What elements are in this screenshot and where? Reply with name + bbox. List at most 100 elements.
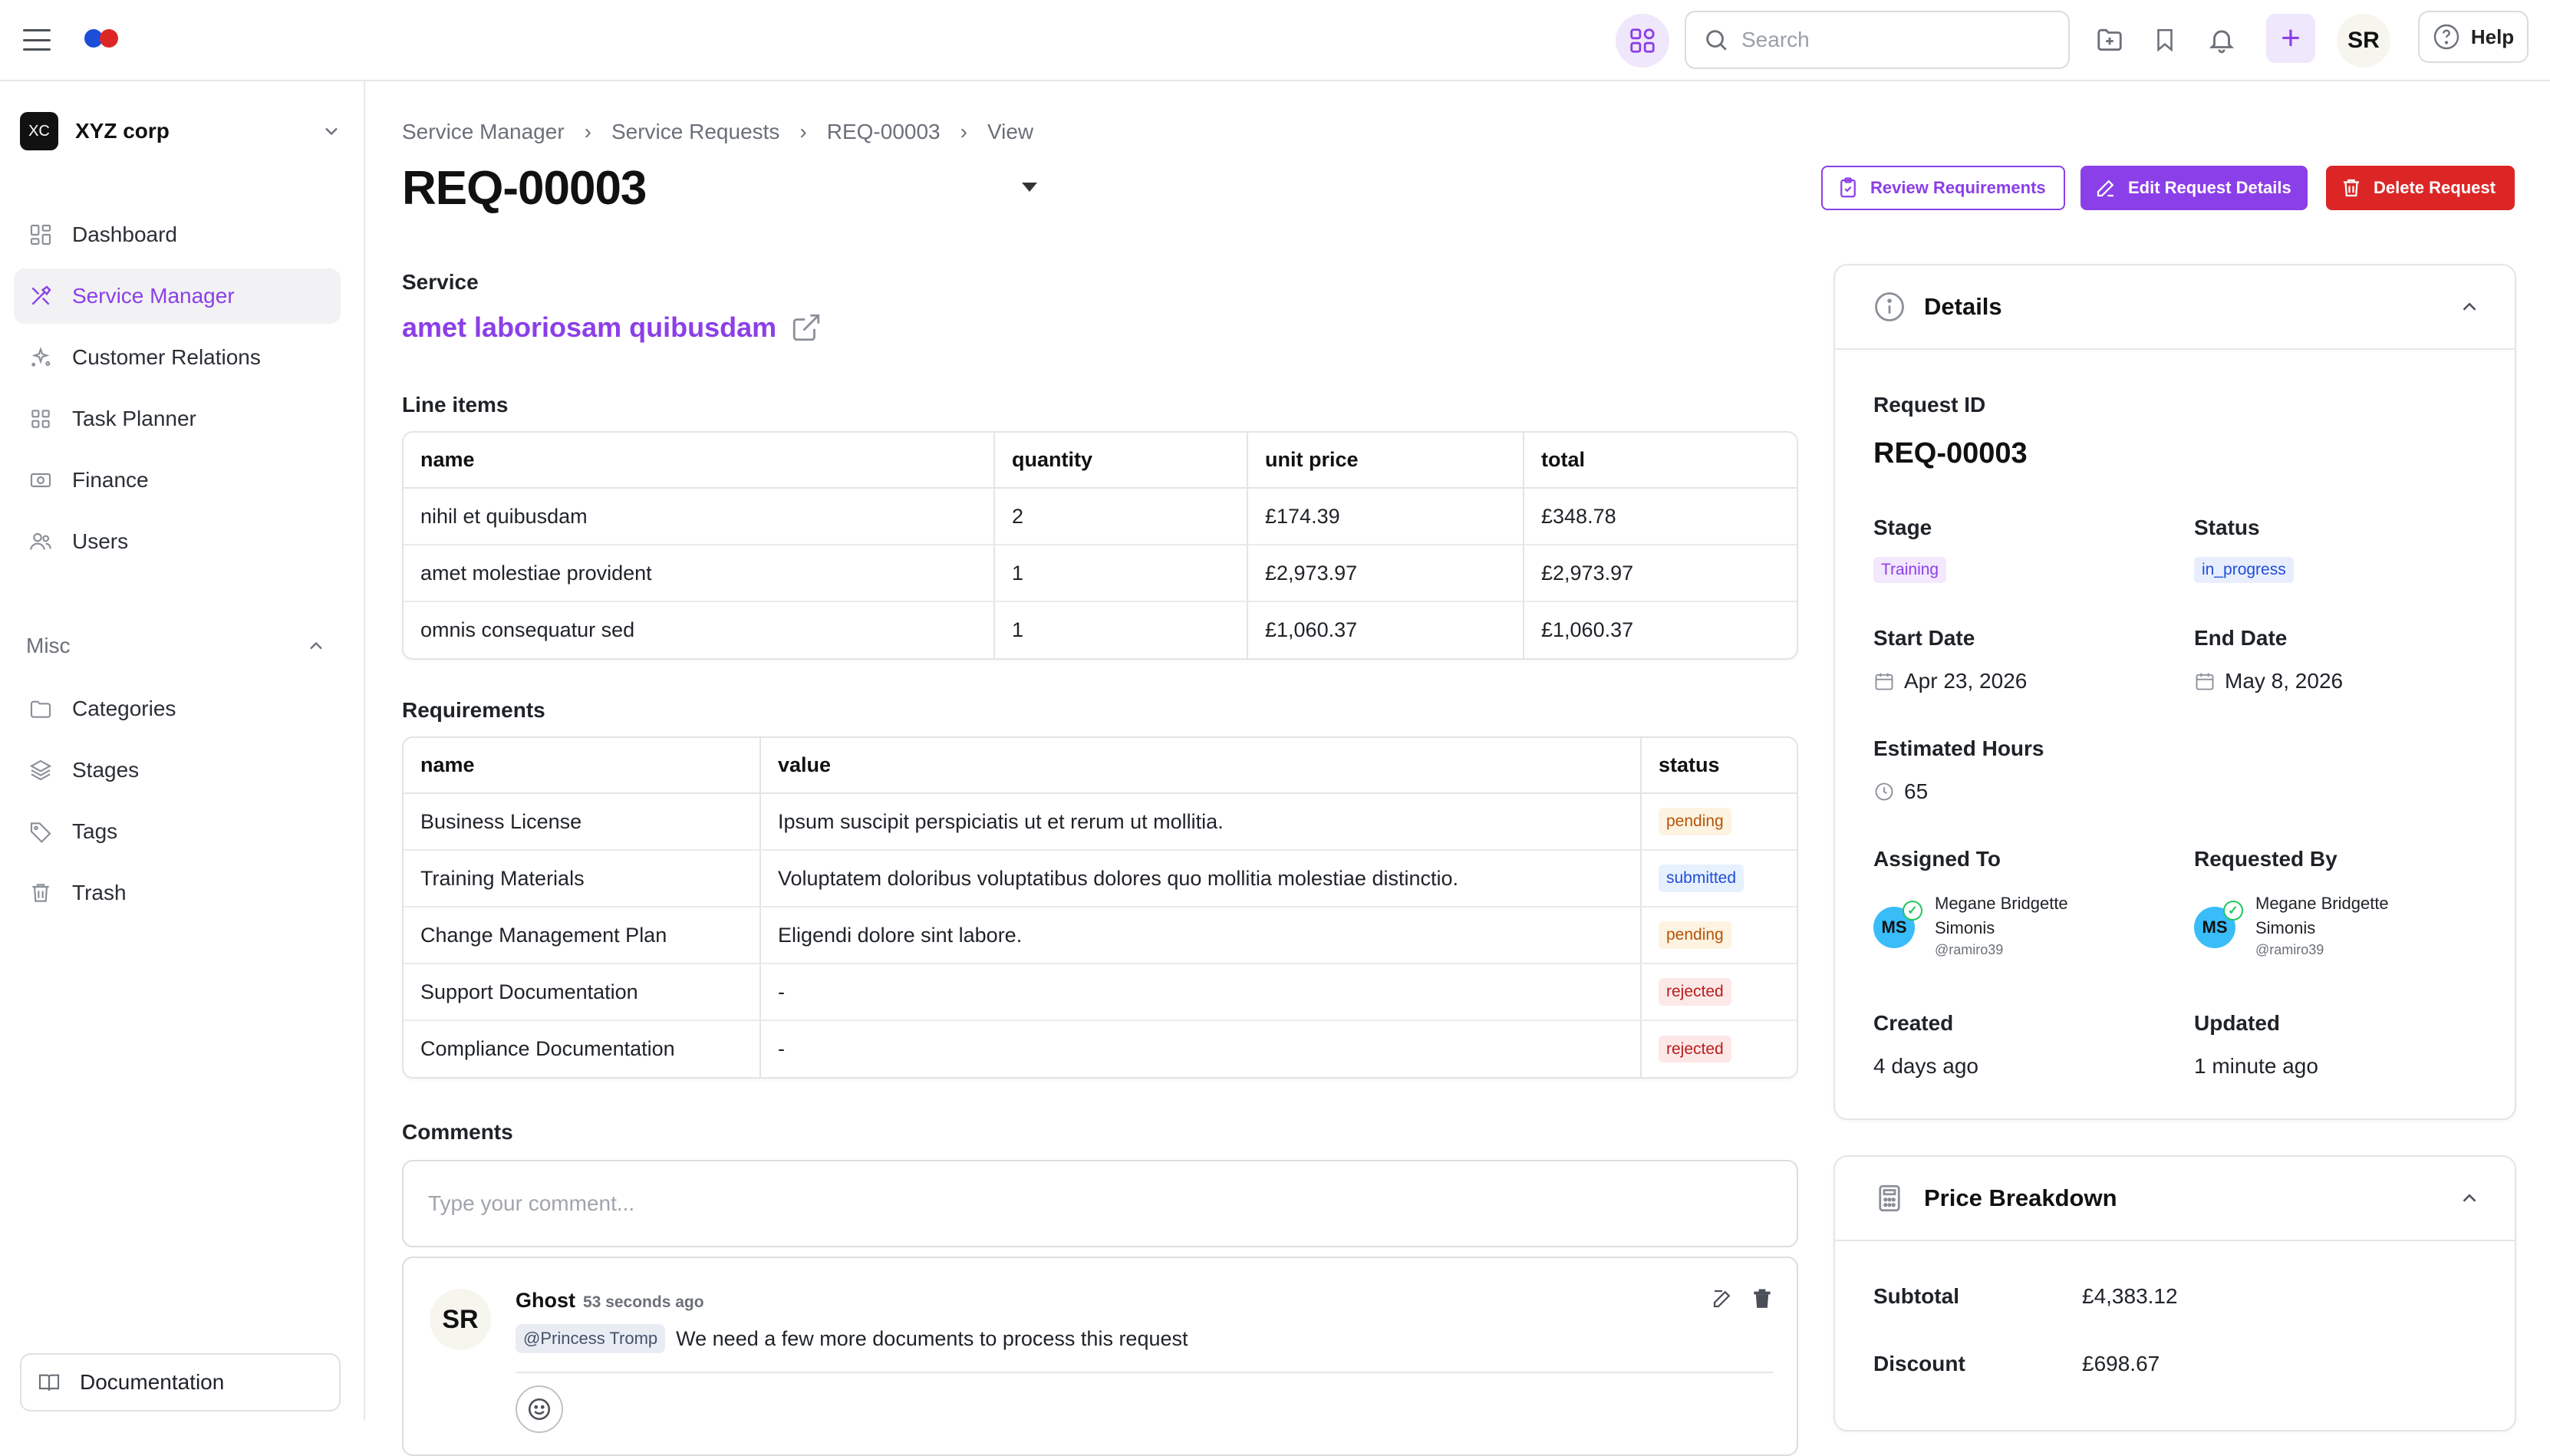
delete-request-button[interactable]: Delete Request (2326, 166, 2515, 210)
avatar-initials: MS (2202, 917, 2228, 937)
requesting-user[interactable]: MS ✓ Megane Bridgette Simonis @ramiro39 (2194, 891, 2432, 958)
sidebar-item-finance[interactable]: Finance (14, 453, 341, 508)
caret-down-icon[interactable] (1022, 183, 1037, 192)
requirements-table: name value status Business License Ipsum… (402, 736, 1798, 1079)
table-header-row: name value status (404, 738, 1797, 794)
external-link-icon[interactable] (790, 311, 822, 344)
documentation-button[interactable]: Documentation (20, 1353, 341, 1412)
requested-by-label: Requested By (2194, 847, 2338, 871)
request-id-value: REQ-00003 (1873, 437, 2028, 469)
comment-input[interactable] (428, 1191, 1772, 1216)
sidebar-item-customer-relations[interactable]: Customer Relations (14, 330, 341, 385)
service-label: Service (402, 270, 479, 294)
chevron-right-icon: › (960, 120, 967, 143)
bookmark-icon[interactable] (2145, 20, 2185, 60)
breadcrumb-item[interactable]: Service Requests (611, 120, 779, 144)
sidebar-item-users[interactable]: Users (14, 514, 341, 569)
sidebar-item-categories[interactable]: Categories (14, 681, 341, 736)
apps-icon[interactable] (1616, 14, 1669, 68)
comment-author: Ghost (516, 1289, 575, 1312)
layers-icon (28, 757, 54, 783)
chevron-up-icon[interactable] (2458, 295, 2481, 318)
comments-label: Comments (402, 1120, 513, 1144)
sidebar-item-label: Users (72, 529, 129, 553)
price-breakdown-header[interactable]: Price Breakdown (1835, 1157, 2515, 1241)
avatar: MS ✓ (1873, 901, 1922, 948)
book-icon (37, 1370, 61, 1395)
search-box[interactable] (1685, 11, 2070, 69)
table-cell: £2,973.97 (1247, 545, 1524, 602)
misc-section-toggle[interactable]: Misc (26, 634, 327, 658)
comment-body: @Princess Tromp We need a few more docum… (516, 1324, 1188, 1353)
end-date-label: End Date (2194, 626, 2288, 650)
price-breakdown-title: Price Breakdown (1924, 1184, 2117, 1211)
edit-icon[interactable] (1711, 1287, 1734, 1310)
logo[interactable] (84, 29, 118, 48)
bell-icon[interactable] (2202, 20, 2242, 60)
chevron-up-icon (310, 641, 322, 650)
breadcrumb-item[interactable]: Service Manager (402, 120, 565, 144)
chevron-up-icon[interactable] (2458, 1187, 2481, 1210)
sidebar-item-label: Finance (72, 468, 149, 492)
service-link[interactable]: amet laboriosam quibusdam (402, 311, 822, 344)
line-items-label: Line items (402, 393, 509, 417)
sidebar-item-service-manager[interactable]: Service Manager (14, 268, 341, 324)
sidebar-item-task-planner[interactable]: Task Planner (14, 391, 341, 446)
price-breakdown-panel: Price Breakdown Subtotal £4,383.12 Disco… (1833, 1155, 2516, 1431)
details-header[interactable]: Details (1835, 265, 2515, 350)
comment-divider (516, 1372, 1774, 1373)
discount-label: Discount (1873, 1352, 1965, 1375)
help-button[interactable]: Help (2418, 11, 2529, 63)
trash-icon[interactable] (1751, 1287, 1774, 1310)
table-cell: £1,060.37 (1523, 601, 1797, 658)
banknote-icon (28, 467, 54, 493)
folder-plus-icon[interactable] (2090, 20, 2130, 60)
discount-value: £698.67 (2082, 1352, 2160, 1375)
sidebar-item-label: Dashboard (72, 222, 177, 246)
sidebar-item-stages[interactable]: Stages (14, 743, 341, 798)
org-switcher[interactable]: XC XYZ corp (20, 110, 342, 152)
table-cell: 1 (993, 601, 1247, 658)
user-avatar[interactable]: SR (2337, 14, 2390, 68)
status-badge: submitted (1659, 865, 1744, 892)
details-panel: Details Request ID REQ-00003 Stage Train… (1833, 264, 2516, 1120)
avatar: MS ✓ (2194, 901, 2243, 948)
search-input[interactable] (1741, 28, 2048, 52)
assigned-user[interactable]: MS ✓ Megane Bridgette Simonis @ramiro39 (1873, 891, 2111, 958)
folder-icon (28, 696, 54, 722)
comment-box[interactable] (402, 1160, 1798, 1247)
mention-chip[interactable]: @Princess Tromp (516, 1324, 666, 1353)
table-cell: - (759, 964, 1641, 1021)
sidebar-item-dashboard[interactable]: Dashboard (14, 207, 341, 262)
comment-header: Ghost 53 seconds ago (516, 1289, 704, 1313)
table-cell: Eligendi dolore sint labore. (759, 907, 1641, 964)
create-button[interactable]: + (2266, 14, 2315, 63)
end-date: May 8, 2026 (2194, 669, 2343, 693)
smile-icon (528, 1398, 551, 1421)
column-header: name (404, 433, 994, 489)
request-id-label: Request ID (1873, 393, 1986, 417)
table-cell: omnis consequatur sed (420, 618, 635, 641)
emoji-reaction-button[interactable] (516, 1385, 563, 1433)
edit-request-button[interactable]: Edit Request Details (2081, 166, 2308, 210)
clipboard-icon (1840, 177, 1856, 198)
sidebar-item-tags[interactable]: Tags (14, 804, 341, 859)
table-cell: Voluptatem doloribus voluptatibus dolore… (759, 850, 1641, 908)
table-cell: 1 (993, 545, 1247, 602)
table-cell: rejected (1640, 1020, 1797, 1077)
search-icon (1706, 30, 1727, 51)
plus-icon: + (2281, 19, 2301, 57)
documentation-label: Documentation (80, 1370, 225, 1394)
user-handle: @ramiro39 (1935, 942, 2004, 957)
estimated-hours: 65 (1873, 779, 1928, 804)
table-cell: rejected (1640, 964, 1797, 1021)
breadcrumb-item[interactable]: REQ-00003 (827, 120, 941, 144)
review-requirements-button[interactable]: Review Requirements (1821, 166, 2065, 210)
menu-icon[interactable] (23, 29, 51, 51)
chevron-right-icon: › (799, 120, 807, 143)
sidebar-item-trash[interactable]: Trash (14, 865, 341, 921)
breadcrumb-item: View (987, 120, 1034, 143)
clock-icon (1875, 782, 1893, 801)
service-name[interactable]: amet laboriosam quibusdam (402, 311, 776, 344)
status-label: Status (2194, 516, 2260, 539)
